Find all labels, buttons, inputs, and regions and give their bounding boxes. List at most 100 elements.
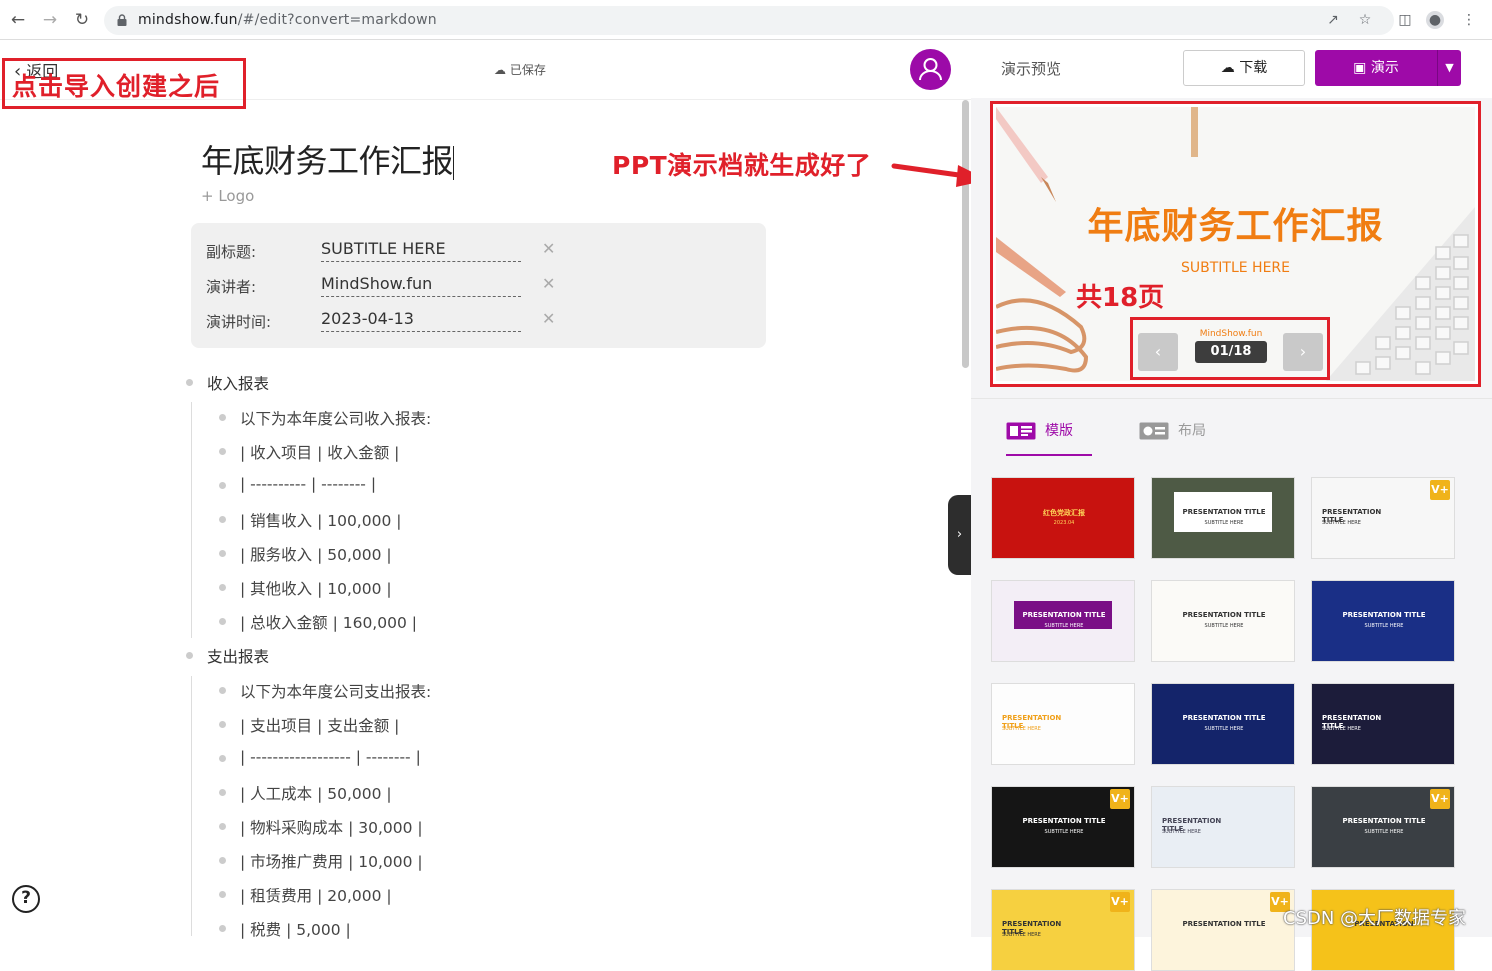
sidepanel-icon[interactable]: ◫: [1396, 11, 1414, 29]
url-text: mindshow.fun/#/edit?convert=markdown: [138, 12, 437, 28]
date-field[interactable]: 2023-04-13: [321, 309, 521, 332]
template-subtitle: SUBTITLE HERE: [1002, 932, 1041, 938]
present-dropdown-button[interactable]: ▼: [1437, 50, 1461, 86]
page-indicator: 01/18: [1195, 341, 1267, 363]
template-subtitle: SUBTITLE HERE: [1204, 726, 1244, 732]
template-title: PRESENTATION TITLE: [1342, 611, 1426, 619]
bullet-icon: [219, 516, 226, 523]
slide-preview[interactable]: 年底财务工作汇报 SUBTITLE HERE 共18页 ‹ MindShow.f…: [996, 107, 1475, 381]
subtitle-field[interactable]: SUBTITLE HERE: [321, 239, 521, 262]
template-scrollbar[interactable]: [1479, 460, 1487, 937]
clear-speaker-icon[interactable]: ✕: [542, 274, 555, 293]
clear-date-icon[interactable]: ✕: [542, 309, 555, 328]
bullet-icon: [219, 550, 226, 557]
template-title: PRESENTATION TITLE: [1022, 817, 1106, 825]
template-thumbnail[interactable]: 红色党政汇报 2023.04: [991, 477, 1135, 559]
preview-panel: 演示预览 ☁ 下载 ▣ 演示 ▼ 年底财务工作汇报 SUBTITLE HERE …: [948, 40, 1492, 971]
preview-header: 演示预览 ☁ 下载 ▣ 演示 ▼: [971, 40, 1492, 98]
bullet-icon: [186, 379, 193, 386]
slide-title: 年底财务工作汇报: [1087, 206, 1384, 247]
present-label: 演示: [1370, 60, 1399, 76]
template-thumbnail[interactable]: PRESENTATION TITLE SUBTITLE HERE V+: [1311, 786, 1455, 868]
template-subtitle: SUBTITLE HERE: [1364, 829, 1404, 835]
bullet-icon: [219, 857, 226, 864]
bullet-icon: [219, 891, 226, 898]
tab-template[interactable]: 模版: [1006, 420, 1092, 456]
template-thumbnail[interactable]: PRESENTATION TITLE SUBTITLE HERE V+: [991, 786, 1135, 868]
back-arrow-icon[interactable]: ←: [8, 10, 28, 30]
template-subtitle: SUBTITLE HERE: [1322, 726, 1361, 732]
bullet-icon: [219, 823, 226, 830]
save-status: ☁ 已保存: [494, 61, 546, 78]
bullet-icon: [219, 687, 226, 694]
clear-subtitle-icon[interactable]: ✕: [542, 239, 555, 258]
template-thumbnail[interactable]: PRESENTATION TITLE V+: [1151, 889, 1295, 971]
template-title: PRESENTATION TITLE: [1182, 508, 1266, 516]
template-thumbnail[interactable]: PRESENTATION TITLE SUBTITLE HERE: [1311, 580, 1455, 662]
document-title[interactable]: 年底财务工作汇报: [201, 136, 455, 182]
template-thumbnail[interactable]: PRESENTATION TITLE SUBTITLE HERE: [1151, 683, 1295, 765]
slide-subtitle: SUBTITLE HERE: [1180, 260, 1290, 276]
slide-pager: ‹ MindShow.fun 01/18 ›: [1130, 317, 1330, 380]
template-title: 红色党政汇报: [1043, 509, 1085, 517]
lock-icon: [117, 14, 127, 26]
slide-footer-text: MindShow.fun: [1199, 329, 1263, 339]
subtitle-label: 副标题:: [206, 243, 257, 261]
template-thumbnail[interactable]: PRESENTATION TITLE SUBTITLE HERE V+: [991, 889, 1135, 971]
chevron-right-icon: ›: [956, 527, 963, 542]
share-icon[interactable]: ↗: [1324, 11, 1342, 29]
collapse-panel-button[interactable]: ›: [948, 495, 971, 575]
template-subtitle: SUBTITLE HERE: [1162, 829, 1201, 835]
present-button[interactable]: ▣ 演示: [1315, 50, 1437, 86]
template-thumbnail[interactable]: PRESENTATION TITLE SUBTITLE HERE V+: [1311, 477, 1455, 559]
forward-arrow-icon[interactable]: →: [40, 10, 60, 30]
text-caret: [453, 146, 455, 180]
template-thumbnail[interactable]: PRESENTATION TITLE SUBTITLE HERE: [1311, 683, 1455, 765]
help-icon[interactable]: ?: [12, 885, 40, 913]
add-logo-link[interactable]: + Logo: [201, 187, 254, 205]
vip-badge-icon: V+: [1110, 789, 1130, 809]
template-thumbnail[interactable]: PRESENTATION: [1311, 889, 1455, 971]
prev-slide-button[interactable]: ‹: [1138, 333, 1178, 371]
menu-kebab-icon[interactable]: ⋮: [1460, 11, 1478, 29]
watermark-text: CSDN @大厂数据专家: [1283, 908, 1467, 929]
metadata-card: 副标题: SUBTITLE HERE ✕ 演讲者: MindShow.fun ✕…: [191, 223, 766, 348]
annotation-ppt-ready: PPT演示档就生成好了: [612, 151, 872, 180]
bullet-icon: [219, 414, 226, 421]
bullet-icon: [219, 789, 226, 796]
slide-preview-frame: 年底财务工作汇报 SUBTITLE HERE 共18页 ‹ MindShow.f…: [990, 101, 1481, 387]
next-slide-button[interactable]: ›: [1283, 333, 1323, 371]
profile-icon[interactable]: ●: [1426, 11, 1444, 29]
tab-layout-label: 布局: [1178, 423, 1206, 439]
outline-guide-line: [191, 676, 192, 936]
chevron-left-icon: ‹: [1154, 342, 1162, 361]
projector-icon: ▣: [1353, 60, 1367, 76]
annotation-total-pages: 共18页: [1076, 283, 1165, 313]
bullet-icon: [219, 482, 226, 489]
scrollbar-thumb[interactable]: [962, 100, 969, 368]
bullet-icon: [219, 755, 226, 762]
cloud-download-icon: ☁: [1220, 60, 1235, 76]
template-thumbnail[interactable]: PRESENTATION TITLE SUBTITLE HERE: [991, 683, 1135, 765]
annotation-after-import: 点击导入创建之后: [2, 58, 246, 109]
tab-layout[interactable]: 布局: [1139, 420, 1219, 456]
address-bar[interactable]: mindshow.fun/#/edit?convert=markdown: [104, 6, 1394, 35]
download-label: 下载: [1239, 60, 1268, 76]
template-subtitle: SUBTITLE HERE: [1364, 623, 1404, 629]
download-button[interactable]: ☁ 下载: [1183, 50, 1305, 86]
template-title: PRESENTATION TITLE: [1182, 714, 1266, 722]
browser-toolbar: ← → ↻ mindshow.fun/#/edit?convert=markdo…: [0, 0, 1492, 40]
caret-down-icon: ▼: [1445, 61, 1454, 74]
reload-icon[interactable]: ↻: [72, 10, 92, 30]
template-subtitle: SUBTITLE HERE: [1044, 623, 1084, 629]
template-thumbnail[interactable]: PRESENTATION TITLE SUBTITLE HERE: [991, 580, 1135, 662]
user-avatar[interactable]: [910, 49, 951, 90]
chevron-right-icon: ›: [1299, 342, 1307, 361]
template-thumbnail[interactable]: PRESENTATION TITLE SUBTITLE HERE: [1151, 477, 1295, 559]
speaker-field[interactable]: MindShow.fun: [321, 274, 521, 297]
template-title: PRESENTATION TITLE: [1182, 920, 1266, 928]
template-thumbnail[interactable]: PRESENTATION TITLE SUBTITLE HERE: [1151, 580, 1295, 662]
layout-icon: [1139, 422, 1169, 440]
bookmark-star-icon[interactable]: ☆: [1356, 11, 1374, 29]
template-thumbnail[interactable]: PRESENTATION TITLE SUBTITLE HERE: [1151, 786, 1295, 868]
